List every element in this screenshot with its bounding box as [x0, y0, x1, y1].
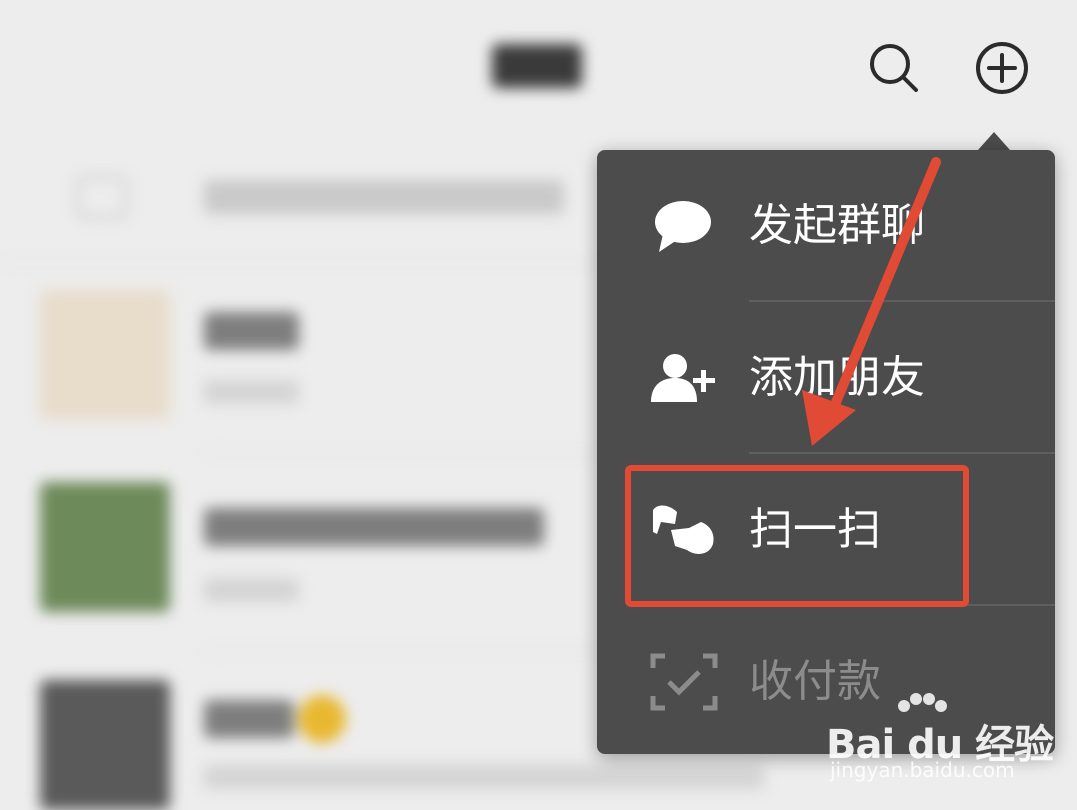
annotation-arrow [802, 157, 941, 446]
baidu-watermark: Bai du 经验 jingyan.baidu.com [826, 690, 1054, 790]
watermark-url: jingyan.baidu.com [830, 758, 1015, 782]
